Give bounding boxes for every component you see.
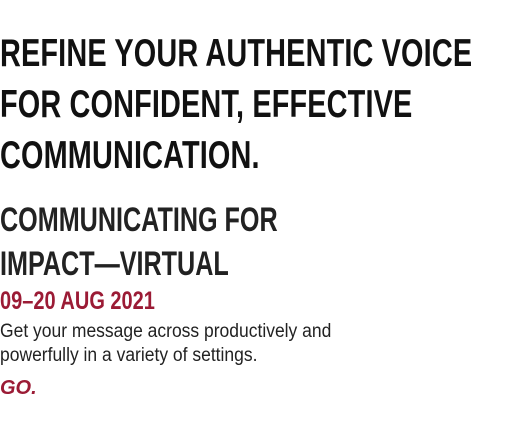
program-date: 09–20 AUG 2021	[0, 287, 155, 315]
headline: REFINE YOUR AUTHENTIC VOICE FOR CONFIDEN…	[0, 28, 473, 181]
promo-page: REFINE YOUR AUTHENTIC VOICE FOR CONFIDEN…	[0, 0, 512, 428]
headline-line: REFINE YOUR AUTHENTIC VOICE	[0, 32, 473, 75]
program-description: Get your message across productively and…	[0, 320, 368, 368]
headline-line: FOR CONFIDENT, EFFECTIVE	[0, 83, 413, 126]
program-title-line: IMPACT—VIRTUAL	[0, 245, 229, 283]
go-link[interactable]: GO.	[0, 376, 37, 400]
program-title: COMMUNICATING FOR IMPACT—VIRTUAL	[0, 198, 278, 286]
program-description-line: powerfully in a variety of settings.	[0, 345, 258, 366]
program-title-line: COMMUNICATING FOR	[0, 201, 278, 239]
headline-line: COMMUNICATION.	[0, 134, 260, 177]
program-description-line: Get your message across productively and	[0, 321, 332, 342]
